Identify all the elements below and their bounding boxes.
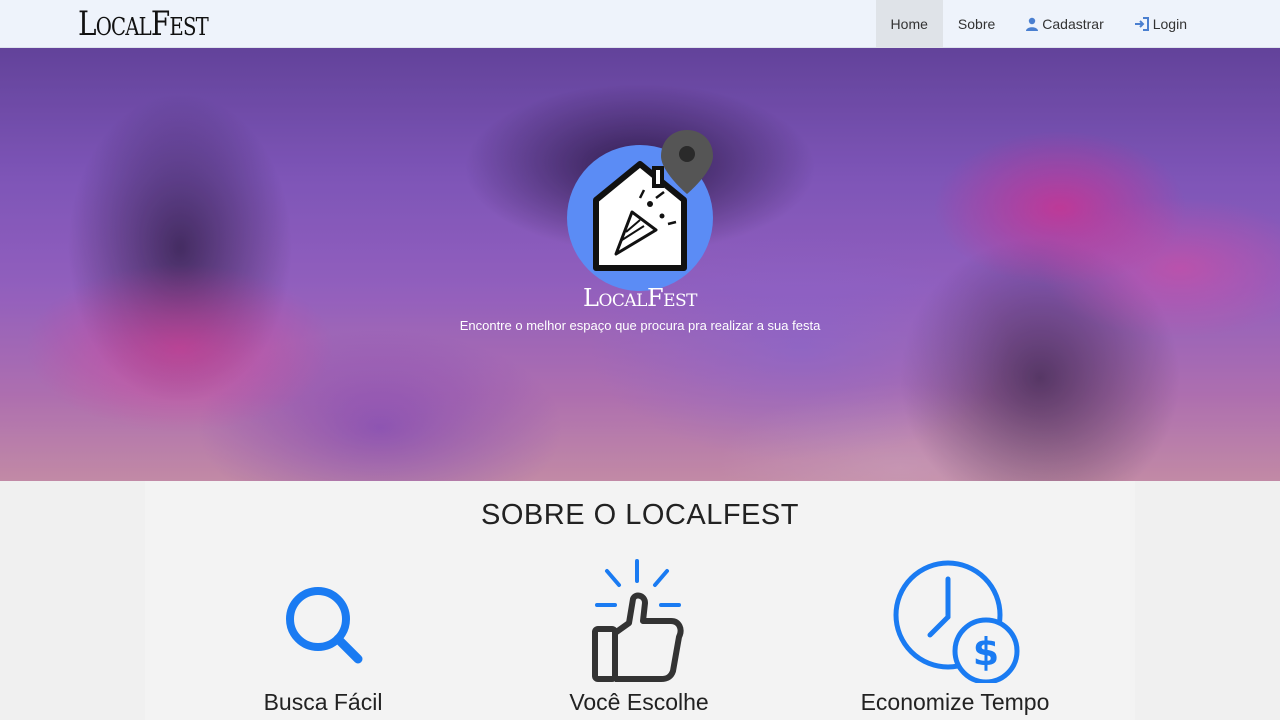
nav-item-login[interactable]: Login [1119, 0, 1202, 48]
nav-menu: Home Sobre Cadastrar Login [875, 0, 1202, 48]
nav-item-cadastrar[interactable]: Cadastrar [1010, 0, 1118, 48]
hero-logo-text: LocalFest [583, 284, 698, 312]
nav-login-label: Login [1152, 16, 1187, 32]
login-icon [1134, 17, 1149, 31]
about-section: SOBRE O LOCALFEST Busca Fácil Você Escol… [0, 481, 1280, 720]
search-icon [286, 587, 363, 664]
hero-banner: LocalFest Encontre o melhor espaço que p… [0, 48, 1280, 481]
navbar: LocalFest Home Sobre Cadastrar Login [0, 0, 1280, 48]
user-icon [1026, 17, 1039, 31]
svg-text:$: $ [973, 630, 999, 674]
about-title: SOBRE O LOCALFEST [481, 499, 799, 531]
nav-item-home[interactable]: Home [875, 0, 943, 48]
thumbs-up-icon [592, 559, 684, 682]
feature-title: Você Escolhe [569, 689, 709, 715]
nav-cadastrar-label: Cadastrar [1042, 16, 1104, 32]
nav-home-label: Home [890, 16, 928, 32]
feature-title: Busca Fácil [263, 689, 383, 715]
brand-logo[interactable]: LocalFest [78, 2, 209, 46]
hero-tagline: Encontre o melhor espaço que procura pra… [459, 318, 821, 333]
clock-dollar-icon: $ [893, 560, 1020, 683]
nav-sobre-label: Sobre [957, 16, 996, 32]
feature-title: Economize Tempo [860, 689, 1050, 715]
nav-item-sobre[interactable]: Sobre [943, 0, 1010, 48]
